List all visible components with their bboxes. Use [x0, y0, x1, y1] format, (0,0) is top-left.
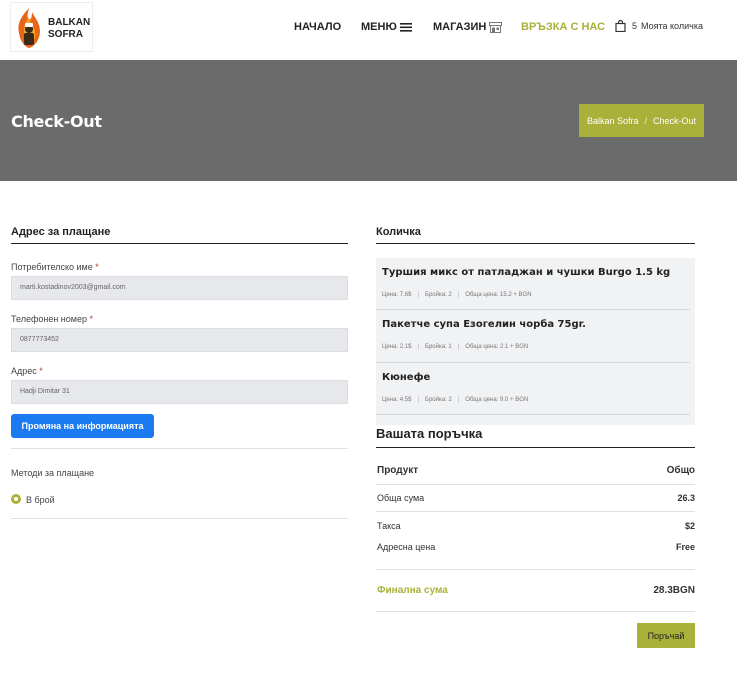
shipping-value: Free [675, 542, 695, 552]
tax-value: $2 [684, 521, 695, 531]
cart-item-divider [376, 362, 690, 363]
address-field[interactable]: Hadji Dimitar 31 [11, 380, 348, 404]
cart-title: Количка [376, 226, 421, 238]
subtotal-value: 26.3 [677, 493, 695, 503]
col-product-header: Продукт [377, 465, 419, 476]
subtotal-label: Обща сума [377, 493, 425, 503]
cart-item-name: Пакетче супа Езогелин чорба 75gr. [382, 319, 586, 330]
breadcrumb: Balkan Sofra / Check-Out [579, 104, 704, 137]
breadcrumb-home[interactable]: Balkan Sofra [587, 116, 639, 126]
shopping-bag-icon [615, 20, 626, 32]
place-order-button[interactable]: Поръчай [637, 623, 695, 648]
username-field[interactable]: marti.kostadinov2003@gmail.com [11, 276, 348, 300]
cart-item-divider [376, 309, 690, 310]
cart-item-name: Туршия микс от патладжан и чушки Burgo 1… [382, 267, 671, 278]
payment-cash-radio[interactable] [11, 494, 21, 504]
billing-title-rule [11, 243, 348, 244]
chef-flame-icon [18, 8, 40, 48]
page-title: Check-Out [11, 112, 102, 131]
order-title-rule [376, 447, 695, 448]
divider [376, 569, 695, 570]
final-total-value: 28.3BGN [653, 585, 695, 596]
tax-label: Такса [377, 521, 401, 531]
final-total-label: Финална сума [377, 585, 448, 596]
phone-label: Телефонен номер * [11, 314, 94, 324]
cart-label: Моята количка [641, 21, 703, 31]
divider [376, 611, 695, 612]
cart-item-name: Кюнефе [382, 372, 431, 383]
update-info-button[interactable]: Промяна на информацията [11, 414, 154, 438]
breadcrumb-current: Check-Out [653, 115, 697, 126]
cart-item-meta: Цена: 2.1$ | Бройка: 1 | Обща цена: 2.1 + … [382, 344, 529, 350]
payment-methods-label: Методи за плащане [11, 468, 95, 478]
divider [376, 511, 695, 512]
cart-item-meta: Цена: 7.6$ | Бройка: 2 | Обща цена: 15.2 +… [382, 292, 532, 298]
page-banner: Check-Out Balkan Sofra / Check-Out [0, 60, 737, 181]
store-icon [489, 21, 503, 33]
hamburger-icon [399, 23, 412, 32]
payment-cash-label[interactable]: В брой [26, 495, 55, 505]
cart-items-list: Туршия микс от патладжан и чушки Burgo 1… [376, 258, 695, 425]
order-title: Вашата поръчка [376, 426, 483, 441]
my-cart-link[interactable]: 5 Моята количка [615, 20, 703, 32]
cart-title-rule [376, 243, 695, 244]
nav-shop[interactable]: МАГАЗИН [433, 21, 503, 33]
col-total-header: Общо [666, 465, 695, 476]
breadcrumb-separator: / [644, 115, 648, 126]
shipping-label: Адресна цена [377, 542, 436, 552]
address-label: Адрес * [11, 366, 43, 376]
divider [11, 518, 348, 519]
cart-item-meta: Цена: 4.5$ | Бройка: 2 | Обща цена: 9.0 + … [382, 397, 529, 403]
nav-contact[interactable]: ВРЪЗКА С НАС [521, 21, 605, 33]
divider [376, 484, 695, 485]
nav-menu[interactable]: МЕНЮ [361, 21, 412, 33]
phone-field[interactable]: 0877773452 [11, 328, 348, 352]
site-header: BALKAN SOFRA НАЧАЛО МЕНЮ МАГАЗИН ВРЪЗКА … [0, 0, 737, 60]
divider [11, 448, 348, 449]
cart-item-divider [376, 414, 690, 415]
logo-text: BALKAN SOFRA [48, 17, 91, 40]
billing-title: Адрес за плащане [11, 226, 111, 238]
cart-count: 5 [632, 21, 638, 31]
nav-home[interactable]: НАЧАЛО [294, 21, 341, 33]
logo[interactable]: BALKAN SOFRA [10, 2, 93, 52]
username-label: Потребителско име * [11, 262, 99, 272]
